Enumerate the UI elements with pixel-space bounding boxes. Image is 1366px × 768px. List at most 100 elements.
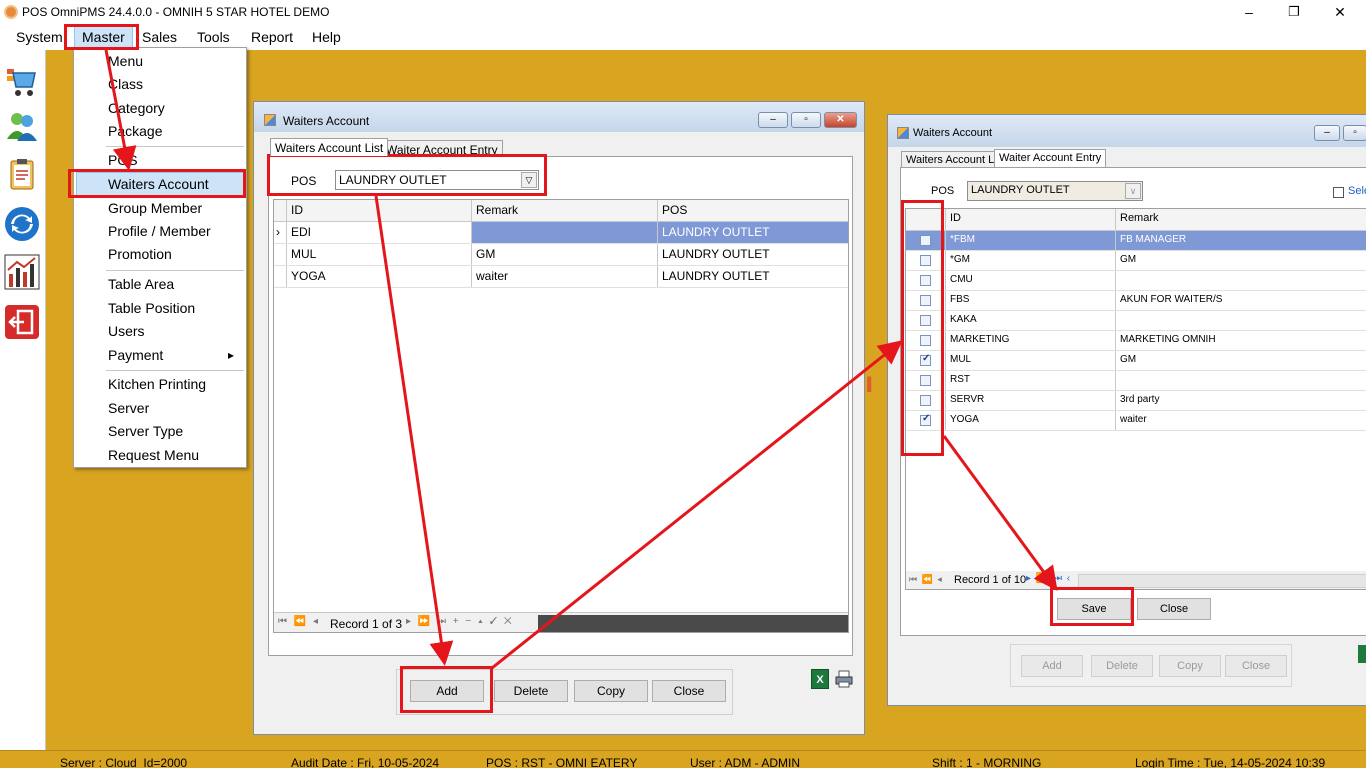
chart-icon[interactable] — [4, 254, 40, 290]
select-all-checkbox[interactable] — [1333, 187, 1344, 198]
cell-remark[interactable] — [1116, 271, 1366, 290]
table-row[interactable]: *GM GM — [906, 251, 1366, 271]
cart-icon[interactable] — [4, 64, 40, 100]
exit-icon[interactable] — [4, 304, 40, 340]
horizontal-scrollbar[interactable] — [538, 615, 848, 632]
horizontal-scrollbar[interactable] — [1078, 574, 1366, 588]
cell-id[interactable]: MUL — [946, 351, 1116, 370]
row-checkbox[interactable] — [920, 235, 931, 246]
cell-id[interactable]: MARKETING — [946, 331, 1116, 350]
cell-id[interactable]: EDI — [287, 222, 472, 243]
menu-help[interactable]: Help — [312, 29, 341, 45]
table-row[interactable]: RST — [906, 371, 1366, 391]
dropdown-item-kitchen-printing[interactable]: Kitchen Printing — [108, 376, 206, 392]
column-header-id[interactable]: ID — [946, 209, 1116, 230]
row-checkbox[interactable] — [920, 335, 931, 346]
close-button[interactable]: Close — [1137, 598, 1211, 620]
cell-remark[interactable]: FB MANAGER — [1116, 231, 1366, 250]
dropdown-item-server-type[interactable]: Server Type — [108, 423, 183, 439]
row-checkbox[interactable] — [920, 295, 931, 306]
table-row[interactable]: YOGA waiter LAUNDRY OUTLET — [274, 266, 848, 288]
cell-id[interactable]: CMU — [946, 271, 1116, 290]
column-header-id[interactable]: ID — [287, 200, 472, 221]
excel-export-icon[interactable]: X — [811, 669, 829, 689]
table-row[interactable]: *FBM FB MANAGER — [906, 231, 1366, 251]
dropdown-item-class[interactable]: Class — [108, 76, 143, 92]
dropdown-item-category[interactable]: Category — [108, 100, 165, 116]
row-checkbox[interactable] — [920, 395, 931, 406]
column-header-pos[interactable]: POS — [658, 200, 848, 221]
cell-remark[interactable]: GM — [472, 244, 658, 265]
dropdown-item-request-menu[interactable]: Request Menu — [108, 447, 199, 463]
dropdown-item-users[interactable]: Users — [108, 323, 145, 339]
table-row[interactable]: › EDI LAUNDRY OUTLET — [274, 222, 848, 244]
nav-next-last-icons[interactable]: ▸ ⏩ ⏭ ‹ — [1026, 573, 1071, 584]
close-button[interactable]: Close — [652, 680, 726, 702]
dropdown-item-waiters-account[interactable]: Waiters Account — [108, 176, 209, 192]
minimize-button[interactable]: – — [1229, 2, 1269, 24]
cell-remark[interactable] — [472, 222, 658, 243]
cell-id[interactable]: MUL — [287, 244, 472, 265]
print-icon[interactable] — [835, 670, 853, 688]
row-checkbox[interactable] — [920, 315, 931, 326]
cell-remark[interactable]: AKUN FOR WAITER/S — [1116, 291, 1366, 310]
menu-tools[interactable]: Tools — [197, 29, 230, 45]
copy-button[interactable]: Copy — [574, 680, 648, 702]
dropdown-item-profile-member[interactable]: Profile / Member — [108, 223, 211, 239]
table-row[interactable]: KAKA — [906, 311, 1366, 331]
nav-first-prev-icons[interactable]: ⏮ ⏪ ◂ — [909, 574, 943, 585]
menu-report[interactable]: Report — [251, 29, 293, 45]
chevron-down-icon[interactable]: ∨ — [1125, 183, 1141, 199]
pos-select[interactable]: LAUNDRY OUTLET ∨ — [967, 181, 1143, 201]
cell-id[interactable]: KAKA — [946, 311, 1116, 330]
dropdown-item-promotion[interactable]: Promotion — [108, 246, 172, 262]
dropdown-item-pos[interactable]: POS — [108, 152, 138, 168]
table-row[interactable]: MULGM — [906, 351, 1366, 371]
minimize-button[interactable]: – — [1314, 125, 1340, 141]
column-header-remark[interactable]: Remark — [1116, 209, 1366, 230]
maximize-button[interactable]: ▫ — [1343, 125, 1366, 141]
nav-next-last-icons[interactable]: ▸ ⏩ ⏭ + − ▴ ✓ ✕ — [406, 616, 514, 627]
row-checkbox[interactable] — [920, 353, 931, 366]
nav-first-prev-icons[interactable]: ⏮ ⏪ ◂ — [278, 616, 320, 627]
cell-remark[interactable]: MARKETING OMNIH — [1116, 331, 1366, 350]
save-button[interactable]: Save — [1057, 598, 1131, 620]
row-checkbox[interactable] — [920, 275, 931, 286]
table-row[interactable]: SERVR 3rd party — [906, 391, 1366, 411]
cell-pos[interactable]: LAUNDRY OUTLET — [658, 244, 848, 265]
close-button[interactable]: ✕ — [824, 112, 857, 128]
cell-remark[interactable]: GM — [1116, 351, 1366, 370]
cell-id[interactable]: RST — [946, 371, 1116, 390]
cell-remark[interactable]: waiter — [472, 266, 658, 287]
cell-pos[interactable]: LAUNDRY OUTLET — [658, 222, 848, 243]
menu-sales[interactable]: Sales — [142, 29, 177, 45]
tab-waiter-account-entry[interactable]: Waiter Account Entry — [994, 149, 1107, 167]
cell-remark[interactable] — [1116, 311, 1366, 330]
cell-pos[interactable]: LAUNDRY OUTLET — [658, 266, 848, 287]
add-button[interactable]: Add — [410, 680, 484, 702]
column-header-remark[interactable]: Remark — [472, 200, 658, 221]
tab-waiters-account-list[interactable]: Waiters Account List — [270, 138, 389, 156]
row-checkbox[interactable] — [920, 255, 931, 266]
cell-id[interactable]: *FBM — [946, 231, 1116, 250]
cell-id[interactable]: FBS — [946, 291, 1116, 310]
cell-id[interactable]: *GM — [946, 251, 1116, 270]
table-row[interactable]: FBS AKUN FOR WAITER/S — [906, 291, 1366, 311]
dropdown-item-server[interactable]: Server — [108, 400, 149, 416]
cell-remark[interactable]: waiter — [1116, 411, 1366, 430]
cell-remark[interactable]: 3rd party — [1116, 391, 1366, 410]
table-row[interactable]: MUL GM LAUNDRY OUTLET — [274, 244, 848, 266]
clipboard-icon[interactable] — [4, 156, 40, 192]
excel-export-icon[interactable] — [1358, 645, 1366, 663]
restore-button[interactable]: ❐ — [1274, 2, 1314, 24]
row-checkbox[interactable] — [920, 413, 931, 426]
pos-select[interactable]: LAUNDRY OUTLET ▽ — [335, 170, 539, 190]
row-checkbox[interactable] — [920, 375, 931, 386]
dropdown-item-menu[interactable]: Menu — [108, 53, 143, 69]
cell-remark[interactable] — [1116, 371, 1366, 390]
chevron-down-icon[interactable]: ▽ — [521, 172, 537, 188]
sync-icon[interactable] — [4, 206, 40, 242]
menu-system[interactable]: System — [16, 29, 63, 45]
table-row[interactable]: YOGAwaiter — [906, 411, 1366, 431]
users-icon[interactable] — [4, 108, 40, 144]
